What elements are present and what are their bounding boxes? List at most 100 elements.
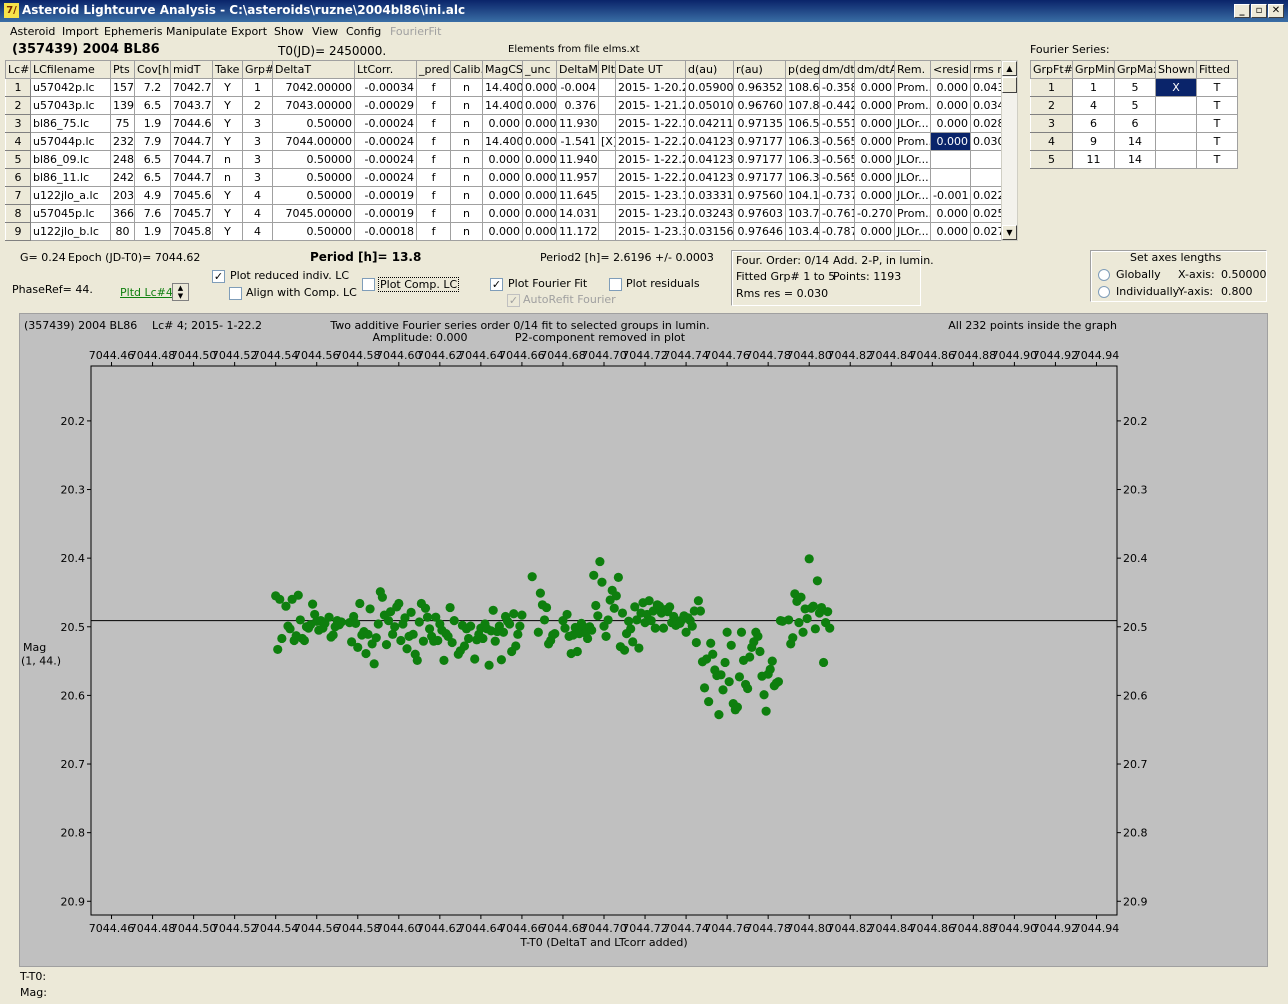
individually-radio[interactable] [1098, 286, 1110, 298]
table-row[interactable]: 5 11 14 T [1030, 150, 1238, 169]
table-cell[interactable]: -0.00024 [354, 132, 417, 151]
lc-column-header[interactable]: dm/dt [819, 60, 855, 79]
lc-column-header[interactable]: Take [212, 60, 243, 79]
table-cell[interactable]: Y [212, 222, 243, 241]
table-cell[interactable]: -0.565 [819, 168, 855, 187]
menu-export[interactable]: Export [231, 25, 267, 38]
row-header[interactable]: 1 [1030, 78, 1073, 97]
fourier-column-header[interactable]: GrpMax [1114, 60, 1156, 79]
table-row[interactable]: 6 bl86_11.lc 242 6.5 7044.7 n 3 0.50000 -0.00024… [5, 168, 1006, 187]
table-cell[interactable]: 0.97646 [733, 222, 786, 241]
row-header[interactable]: 5 [1030, 150, 1073, 169]
table-cell[interactable]: -0.358 [819, 78, 855, 97]
table-cell[interactable]: 0.000 [930, 96, 971, 115]
table-cell[interactable]: 0.000 [522, 186, 557, 205]
table-cell[interactable]: JLOr... [894, 114, 931, 133]
table-cell[interactable]: n [450, 114, 483, 133]
table-cell[interactable]: JLOr... [894, 168, 931, 187]
table-cell[interactable]: 0.96760 [733, 96, 786, 115]
table-cell[interactable]: 0.000 [854, 222, 895, 241]
table-cell[interactable]: 1 [242, 78, 273, 97]
plot-residuals-checkbox[interactable] [609, 278, 622, 291]
table-cell[interactable]: 103.42 [785, 222, 820, 241]
table-cell[interactable]: 3 [242, 114, 273, 133]
x-axis-value[interactable]: 0.50000 [1221, 268, 1267, 281]
table-cell[interactable]: 3 [242, 150, 273, 169]
table-cell[interactable]: -0.004 [556, 78, 599, 97]
lc-column-header[interactable]: _unc [522, 60, 557, 79]
table-cell[interactable]: n [450, 150, 483, 169]
table-cell[interactable]: Y [212, 96, 243, 115]
row-header[interactable]: 7 [5, 186, 31, 205]
table-row[interactable]: 9 u122jlo_b.lc 80 1.9 7045.8 Y 4 0.50000 -0.0001… [5, 222, 1006, 241]
table-cell[interactable]: 232 [110, 132, 135, 151]
table-cell[interactable]: 11 [1072, 150, 1115, 169]
table-cell[interactable]: 7045.7 [170, 204, 213, 223]
scroll-up-arrow-icon[interactable]: ▲ [1002, 61, 1017, 76]
table-cell[interactable]: 0.000 [482, 114, 523, 133]
table-cell[interactable]: 0.000 [930, 114, 971, 133]
table-cell[interactable]: Y [212, 132, 243, 151]
table-cell[interactable]: n [450, 168, 483, 187]
table-cell[interactable]: -0.270 [854, 204, 895, 223]
table-cell[interactable]: JLOr... [894, 186, 931, 205]
table-cell[interactable]: 0.000 [930, 132, 971, 151]
table-cell[interactable]: 7044.6 [170, 114, 213, 133]
table-row[interactable]: 7 u122jlo_a.lc 203 4.9 7045.6 Y 4 0.50000 -0.000… [5, 186, 1006, 205]
menu-manipulate[interactable]: Manipulate [166, 25, 227, 38]
lc-column-header[interactable]: Plt [598, 60, 616, 79]
table-cell[interactable]: 0.97135 [733, 114, 786, 133]
table-cell[interactable] [598, 96, 616, 115]
table-cell[interactable]: 106.35 [785, 150, 820, 169]
table-cell[interactable]: 4 [1072, 96, 1115, 115]
row-header[interactable]: 2 [5, 96, 31, 115]
table-row[interactable]: 4 u57044p.lc 232 7.9 7044.7 Y 3 7044.00000 -0.00… [5, 132, 1006, 151]
table-cell[interactable]: 0.04123 [685, 168, 734, 187]
table-cell[interactable]: 4 [242, 222, 273, 241]
table-cell[interactable]: 11.930 [556, 114, 599, 133]
table-cell[interactable]: 6.5 [134, 150, 171, 169]
table-cell[interactable]: 2015- 1-22.2 [615, 168, 686, 187]
table-cell[interactable]: 14.400 [482, 96, 523, 115]
table-cell[interactable]: n [212, 168, 243, 187]
table-cell[interactable]: 0.000 [482, 222, 523, 241]
table-cell[interactable]: 7.6 [134, 204, 171, 223]
table-cell[interactable]: 106.35 [785, 132, 820, 151]
table-cell[interactable]: 6 [1072, 114, 1115, 133]
y-axis-value[interactable]: 0.800 [1221, 285, 1253, 298]
table-cell[interactable]: 4 [242, 186, 273, 205]
table-cell[interactable]: f [416, 150, 451, 169]
lc-column-header[interactable]: dm/dtA [854, 60, 895, 79]
table-cell[interactable]: -0.00024 [354, 114, 417, 133]
table-cell[interactable]: -0.00029 [354, 96, 417, 115]
lc-column-header[interactable]: Rem. [894, 60, 931, 79]
table-cell[interactable]: 7044.7 [170, 168, 213, 187]
table-cell[interactable]: 2015- 1-22.2 [615, 150, 686, 169]
menu-config[interactable]: Config [346, 25, 381, 38]
table-cell[interactable]: u122jlo_a.lc [30, 186, 111, 205]
table-cell[interactable]: 0.04123 [685, 132, 734, 151]
fourier-column-header[interactable]: GrpFt# [1030, 60, 1073, 79]
fourier-column-header[interactable]: GrpMin [1072, 60, 1115, 79]
row-header[interactable]: 3 [1030, 114, 1073, 133]
table-cell[interactable]: JLOr... [894, 222, 931, 241]
fourier-series-table[interactable]: GrpFt#GrpMinGrpMaxShownFitted 115XT245T3… [1030, 60, 1238, 169]
table-cell[interactable]: 0.000 [930, 204, 971, 223]
table-cell[interactable]: 0.03331 [685, 186, 734, 205]
table-cell[interactable]: 0.000 [482, 168, 523, 187]
table-row[interactable]: 115XT [1030, 78, 1238, 97]
table-cell[interactable]: 0.05010 [685, 96, 734, 115]
table-cell[interactable] [930, 150, 971, 169]
table-cell[interactable]: 7043.7 [170, 96, 213, 115]
table-cell[interactable]: 104.11 [785, 186, 820, 205]
table-cell[interactable]: u57044p.lc [30, 132, 111, 151]
table-cell[interactable]: f [416, 186, 451, 205]
table-cell[interactable]: 0.000 [522, 222, 557, 241]
table-cell[interactable]: 106.53 [785, 114, 820, 133]
table-cell[interactable]: 0.50000 [272, 114, 355, 133]
scroll-down-arrow-icon[interactable]: ▼ [1002, 225, 1017, 240]
lightcurve-plot-area[interactable]: (357439) 2004 BL86 Lc# 4; 2015- 1-22.2 Two… [19, 313, 1268, 967]
table-cell[interactable]: 0.96352 [733, 78, 786, 97]
table-cell[interactable]: 1 [1072, 78, 1115, 97]
table-cell[interactable]: 2015- 1-23.1 [615, 186, 686, 205]
